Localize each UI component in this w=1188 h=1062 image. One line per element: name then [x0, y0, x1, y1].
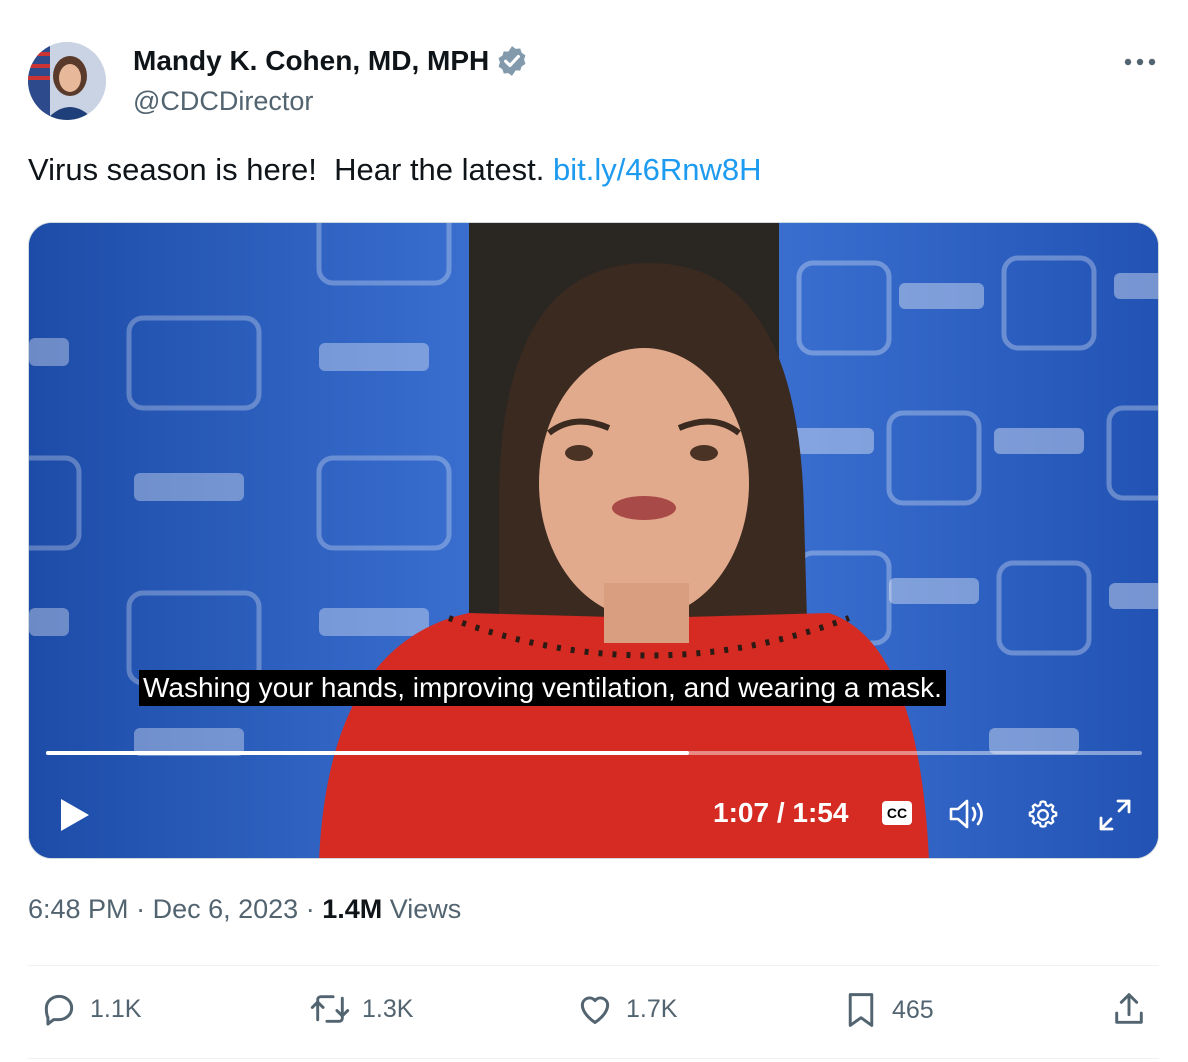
divider	[28, 965, 1159, 966]
tweet-time[interactable]: 6:48 PM	[28, 894, 129, 924]
video-time: 1:07 / 1:54	[713, 797, 849, 828]
tweet-body: Virus season is here! Hear the latest.	[28, 152, 553, 187]
author-handle[interactable]: @CDCDirector	[133, 86, 313, 117]
video-progress-fill	[46, 751, 690, 755]
share-button[interactable]	[1110, 990, 1148, 1030]
repost-icon	[310, 995, 350, 1023]
author-name[interactable]: Mandy K. Cohen, MD, MPH	[133, 45, 489, 77]
reply-count: 1.1K	[90, 994, 142, 1023]
tweet-text: Virus season is here! Hear the latest. b…	[28, 152, 761, 188]
video-frame	[29, 223, 1158, 858]
repost-count: 1.3K	[362, 994, 414, 1023]
tweet-meta: 6:48 PM · Dec 6, 2023 · 1.4M Views	[28, 894, 461, 925]
divider	[28, 1058, 1159, 1059]
repost-button[interactable]: 1.3K	[310, 990, 413, 1028]
bookmark-count: 465	[892, 995, 934, 1024]
volume-icon[interactable]	[947, 797, 991, 831]
bookmark-button[interactable]: 465	[842, 990, 934, 1030]
views-count: 1.4M	[322, 894, 383, 924]
verified-badge-icon[interactable]	[495, 44, 529, 78]
reply-icon	[44, 994, 74, 1026]
like-count: 1.7K	[626, 994, 678, 1023]
heart-icon	[580, 996, 610, 1024]
avatar-image	[28, 42, 106, 120]
author-avatar[interactable]	[28, 42, 106, 120]
play-icon[interactable]	[57, 795, 93, 835]
share-icon	[1115, 993, 1143, 1024]
tweet-date[interactable]: Dec 6, 2023	[153, 894, 299, 924]
settings-gear-icon[interactable]	[1025, 797, 1061, 833]
meta-separator: ·	[305, 894, 323, 924]
reply-button[interactable]: 1.1K	[40, 990, 141, 1028]
fullscreen-icon[interactable]	[1095, 797, 1135, 833]
video-caption: Washing your hands, improving ventilatio…	[139, 670, 946, 706]
meta-separator: ·	[136, 894, 153, 924]
like-button[interactable]: 1.7K	[576, 990, 677, 1028]
video-player[interactable]: Washing your hands, improving ventilatio…	[28, 222, 1159, 859]
bookmark-icon	[848, 993, 874, 1027]
closed-captions-icon[interactable]: CC	[882, 801, 912, 825]
views-label: Views	[389, 894, 462, 924]
more-options-icon[interactable]	[1118, 50, 1162, 74]
tweet-link[interactable]: bit.ly/46Rnw8H	[553, 152, 761, 187]
author-name-row[interactable]: Mandy K. Cohen, MD, MPH	[133, 44, 529, 78]
video-progress-bar[interactable]	[46, 751, 1142, 755]
